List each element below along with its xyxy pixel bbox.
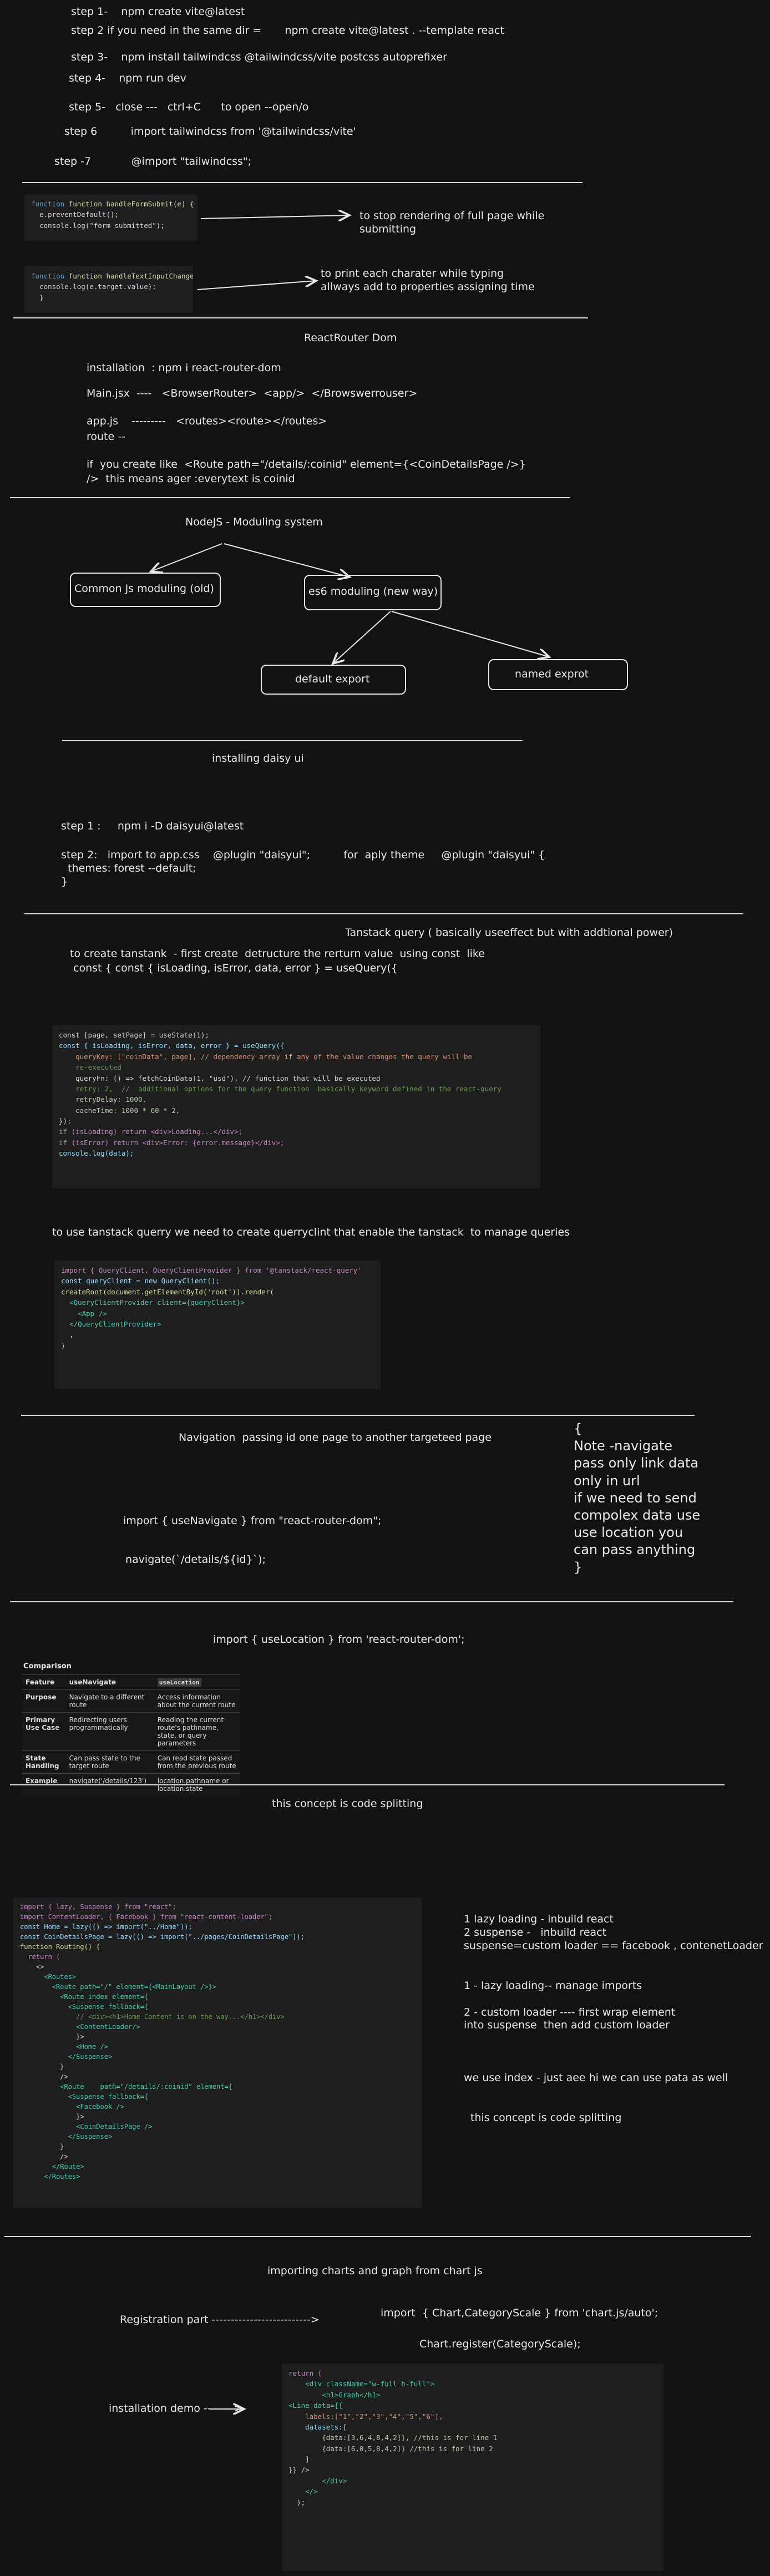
arrow-to-default-export [333, 611, 391, 664]
arrow-to-es6 [224, 543, 349, 577]
arrows-layer [0, 0, 770, 2576]
arrow-to-commonjs [151, 543, 222, 571]
arrow-to-named-export [391, 611, 549, 657]
arrow-input-note [197, 281, 316, 290]
arrow-form-note [200, 215, 349, 219]
